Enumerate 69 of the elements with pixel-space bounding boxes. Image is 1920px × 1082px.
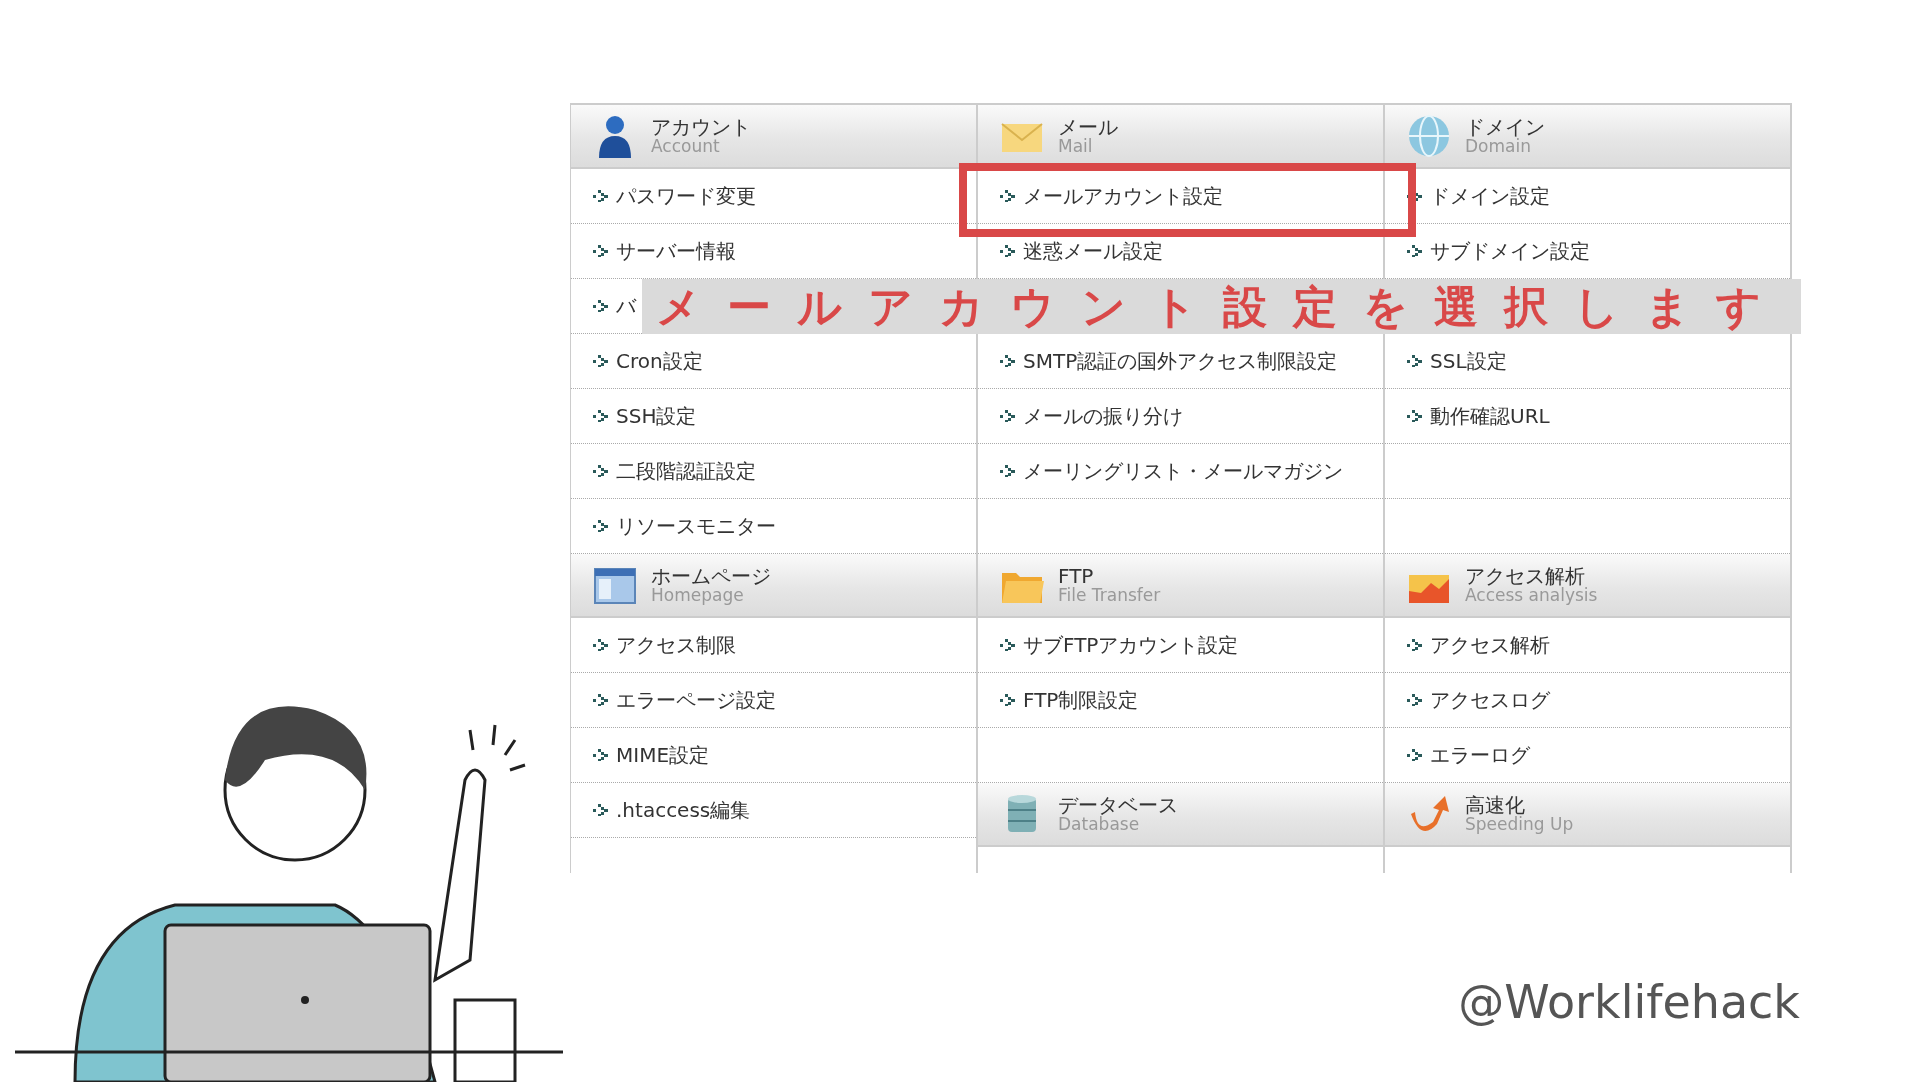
menu-link[interactable]: アクセス解析 xyxy=(1407,631,1550,659)
arrow-bullet-icon xyxy=(593,245,608,257)
arrow-bullet-icon xyxy=(593,749,608,761)
arrow-bullet-icon xyxy=(1000,245,1015,257)
menu-link[interactable]: ドメイン設定 xyxy=(1407,182,1550,210)
arrow-bullet-icon xyxy=(593,410,608,422)
section-subtitle: Mail xyxy=(1058,137,1094,156)
menu-link[interactable]: アクセスログ xyxy=(1407,686,1550,714)
menu-link[interactable]: リソースモニター xyxy=(593,512,776,540)
arrow-bullet-icon xyxy=(1000,694,1015,706)
section-title: メール xyxy=(1058,116,1118,138)
menu-link[interactable]: エラーページ設定 xyxy=(593,686,776,714)
section-title: データベース xyxy=(1058,794,1178,816)
section-subtitle: Homepage xyxy=(651,586,745,605)
arrow-bullet-icon xyxy=(1000,410,1015,422)
menu-link[interactable]: .htaccess編集 xyxy=(593,796,751,824)
arrow-bullet-icon xyxy=(1407,190,1422,202)
arrow-bullet-icon xyxy=(1000,355,1015,367)
arrow-bullet-icon xyxy=(1407,245,1422,257)
caption-text: メールアカウント設定を選択します xyxy=(642,279,1801,334)
arrow-bullet-icon xyxy=(1000,190,1015,202)
arrow-bullet-icon xyxy=(593,300,608,312)
menu-link[interactable]: 迷惑メール設定 xyxy=(1000,237,1163,265)
menu-link[interactable]: MIME設定 xyxy=(593,741,710,769)
arrow-bullet-icon xyxy=(1407,355,1422,367)
section-subtitle: Speeding Up xyxy=(1465,815,1574,834)
arrow-bullet-icon xyxy=(593,190,608,202)
arrow-bullet-icon xyxy=(593,804,608,816)
menu-link[interactable]: メールアカウント設定 xyxy=(1000,182,1223,210)
menu-link[interactable]: サブFTPアカウント設定 xyxy=(1000,631,1239,659)
arrow-bullet-icon xyxy=(1407,694,1422,706)
arrow-bullet-icon xyxy=(1000,465,1015,477)
menu-link[interactable]: メーリングリスト・メールマガジン xyxy=(1000,457,1343,485)
menu-link[interactable]: SSL設定 xyxy=(1407,347,1507,375)
menu-link[interactable]: SMTP認証の国外アクセス制限設定 xyxy=(1000,347,1338,375)
menu-link[interactable]: アクセス制限 xyxy=(593,631,736,659)
arrow-bullet-icon xyxy=(1000,639,1015,651)
arrow-bullet-icon xyxy=(1407,410,1422,422)
menu-link[interactable]: サーバー情報 xyxy=(593,237,736,265)
menu-link[interactable]: SSH設定 xyxy=(593,402,697,430)
arrow-bullet-icon xyxy=(593,694,608,706)
arrow-bullet-icon xyxy=(593,465,608,477)
menu-link[interactable]: メールの振り分け xyxy=(1000,402,1183,430)
globe-icon xyxy=(1407,114,1451,158)
section-subtitle: Account xyxy=(651,137,720,156)
arrow-bullet-icon xyxy=(593,639,608,651)
menu-link[interactable]: バ xyxy=(593,292,636,320)
menu-link[interactable]: サブドメイン設定 xyxy=(1407,237,1590,265)
menu-link[interactable]: 動作確認URL xyxy=(1407,402,1550,430)
menu-link[interactable]: エラーログ xyxy=(1407,741,1530,769)
section-subtitle: Domain xyxy=(1465,137,1531,156)
arrow-bullet-icon xyxy=(1407,639,1422,651)
section-title: ホームページ xyxy=(651,565,771,587)
section-title: アクセス解析 xyxy=(1465,565,1585,587)
arrow-bullet-icon xyxy=(593,355,608,367)
menu-link[interactable]: パスワード変更 xyxy=(593,182,756,210)
menu-link[interactable]: Cron設定 xyxy=(593,347,703,375)
arrow-bullet-icon xyxy=(593,520,608,532)
arrow-bullet-icon xyxy=(1407,749,1422,761)
author-handle: @Worklifehack xyxy=(1458,975,1800,1029)
section-title: FTP xyxy=(1058,565,1094,587)
section-subtitle: File Transfer xyxy=(1058,586,1161,605)
section-title: アカウント xyxy=(651,116,751,138)
section-subtitle: Access analysis xyxy=(1465,586,1598,605)
section-subtitle: Database xyxy=(1058,815,1141,834)
menu-link[interactable]: 二段階認証設定 xyxy=(593,457,756,485)
section-title: ドメイン xyxy=(1465,116,1545,138)
menu-link[interactable]: FTP制限設定 xyxy=(1000,686,1139,714)
section-title: 高速化 xyxy=(1465,794,1525,816)
